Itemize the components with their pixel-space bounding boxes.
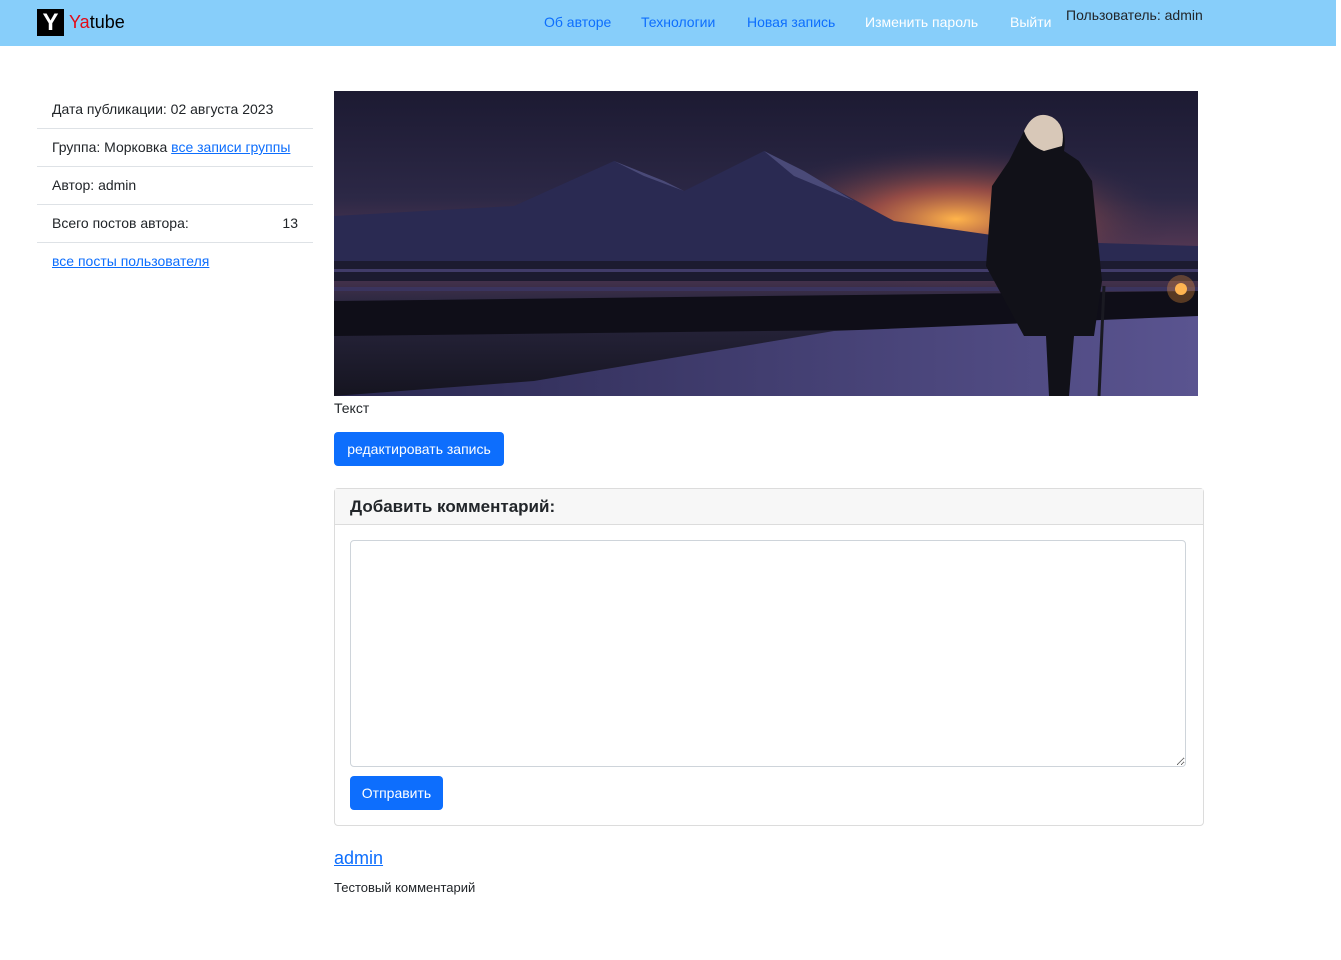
comment-text: Тестовый комментарий <box>334 880 476 895</box>
nav-about-link[interactable]: Об авторе <box>544 14 611 30</box>
post-info-sidebar: Дата публикации: 02 августа 2023 Группа:… <box>37 91 313 280</box>
sidebar-group-label: Группа: Морковка <box>52 139 172 155</box>
user-posts-link[interactable]: все посты пользователя <box>52 253 209 269</box>
nav-logout-link[interactable]: Выйти <box>1010 14 1051 30</box>
submit-comment-button[interactable]: Отправить <box>350 776 443 810</box>
nav-new-post-link[interactable]: Новая запись <box>747 14 835 30</box>
sidebar-user-posts: все посты пользователя <box>37 243 313 280</box>
posts-count-value: 13 <box>282 215 298 231</box>
nav-tech-link[interactable]: Технологии <box>641 14 715 30</box>
nav-change-password-link[interactable]: Изменить пароль <box>865 14 978 30</box>
brand-name-accent: Ya <box>69 12 90 32</box>
sidebar-pub-date: Дата публикации: 02 августа 2023 <box>37 91 313 129</box>
post-image <box>334 91 1198 396</box>
post-main: Текст редактировать запись Добавить комм… <box>334 91 1204 895</box>
brand-logo-link[interactable]: Y Yatube <box>37 9 125 36</box>
comment-author-link[interactable]: admin <box>334 848 383 869</box>
edit-post-button[interactable]: редактировать запись <box>334 432 504 466</box>
post-text: Текст <box>334 400 370 416</box>
posts-count-label: Всего постов автора: <box>52 215 189 231</box>
brand-name-rest: tube <box>89 12 125 32</box>
comment-form-title: Добавить комментарий: <box>335 489 1203 525</box>
nav-current-user: Пользователь: admin <box>1066 7 1203 23</box>
brand-name: Yatube <box>69 12 125 33</box>
sidebar-posts-count: Всего постов автора: 13 <box>37 205 313 243</box>
sidebar-group: Группа: Морковка все записи группы <box>37 129 313 167</box>
sidebar-author: Автор: admin <box>37 167 313 205</box>
comment-form-card: Добавить комментарий: Отправить <box>334 488 1204 826</box>
group-posts-link[interactable]: все записи группы <box>171 139 290 155</box>
yatube-logo-icon: Y <box>37 9 64 36</box>
navbar: Y Yatube Об авторе Технологии Новая запи… <box>0 0 1336 46</box>
comment-textarea[interactable] <box>350 540 1186 767</box>
